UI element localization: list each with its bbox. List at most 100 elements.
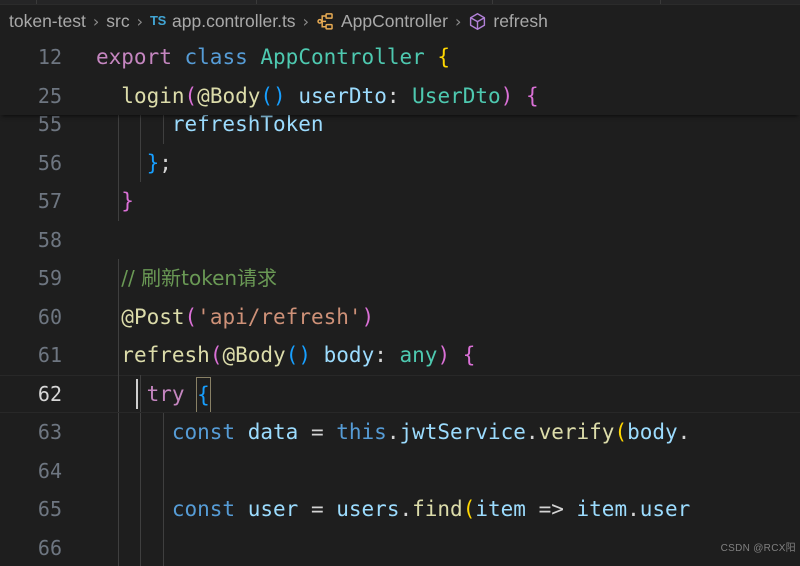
code-token: (	[462, 497, 476, 521]
breadcrumb-label: AppController	[340, 11, 448, 31]
line-content: const user = users.find(item => item.use…	[96, 490, 690, 529]
code-line[interactable]: 64	[0, 451, 800, 490]
code-token: @Post	[121, 304, 185, 329]
code-token: .	[677, 420, 691, 444]
line-content: login(@Body() userDto: UserDto) {	[96, 77, 538, 116]
tab-divider	[492, 0, 493, 4]
code-line-active[interactable]: 62 try {	[0, 374, 800, 413]
line-content: refresh(@Body() body: any) {	[96, 336, 475, 375]
code-token: user	[639, 497, 691, 521]
sticky-scroll-header[interactable]: 12 export class AppController {25 login(@…	[0, 38, 800, 115]
code-token: (	[614, 420, 628, 444]
code-line[interactable]: 57 }	[0, 182, 800, 221]
code-token: :	[386, 83, 413, 108]
line-number: 58	[37, 227, 62, 252]
code-token: ()	[285, 343, 311, 367]
indent-guide	[118, 451, 119, 490]
line-number: 66	[37, 535, 62, 560]
code-token: // 刷新token请求	[121, 266, 278, 290]
line-number: 65	[37, 497, 62, 521]
breadcrumb-separator: ›	[92, 12, 100, 31]
typescript-file-icon: TS	[150, 13, 167, 28]
code-line[interactable]: 60 @Post('api/refresh')	[0, 297, 800, 337]
breadcrumb-label: token-test	[9, 11, 86, 31]
code-editor[interactable]: 55 refreshToken 56 }; 57 } 58 59 // 刷新token请…	[0, 38, 800, 566]
breadcrumb-label: refresh	[493, 11, 548, 31]
breadcrumb-item-app-controller-ts[interactable]: TS app.controller.ts	[150, 11, 296, 32]
code-token: =>	[525, 497, 577, 521]
tab-divider	[256, 0, 257, 4]
code-token: ;	[159, 150, 172, 175]
code-line[interactable]: 59 // 刷新token请求	[0, 259, 800, 298]
line-content: @Post('api/refresh')	[96, 298, 374, 337]
line-number: 25	[37, 83, 62, 108]
indent-guide	[118, 528, 119, 566]
indent-guide	[163, 528, 164, 566]
line-content: const data = this.jwtService.verify(body…	[96, 413, 690, 452]
code-token: @Body	[222, 343, 286, 367]
code-token: const	[171, 497, 236, 521]
indent-guide	[163, 451, 164, 490]
code-token: data	[247, 420, 299, 444]
code-token: body	[627, 420, 678, 444]
code-line[interactable]: 58	[0, 221, 800, 260]
bracket-match-highlight: {	[196, 376, 211, 413]
code-token: }	[121, 189, 134, 213]
code-token: users	[336, 497, 400, 521]
code-token: UserDto	[412, 83, 501, 108]
line-number: 62	[37, 381, 62, 406]
code-token: {	[437, 45, 451, 69]
code-line[interactable]: 61 refresh(@Body() body: any) {	[0, 336, 800, 375]
code-token: item	[475, 497, 526, 521]
code-token: (	[184, 304, 198, 329]
code-token: .	[386, 420, 400, 444]
code-token: login	[121, 83, 185, 108]
code-token: class	[184, 45, 248, 69]
code-line[interactable]: 65 const user = users.find(item => item.…	[0, 490, 800, 529]
code-token: any	[399, 343, 438, 367]
code-token: )	[437, 343, 451, 367]
line-number: 59	[37, 266, 62, 290]
code-token: body	[323, 343, 375, 367]
code-token: )	[361, 304, 375, 329]
breadcrumb-separator: ›	[302, 12, 309, 31]
code-token: const	[171, 420, 236, 444]
breadcrumb-item-token-test[interactable]: token-test	[9, 11, 86, 32]
indent-guide	[140, 451, 141, 490]
breadcrumb-item-refresh[interactable]: refresh	[468, 11, 548, 32]
breadcrumb-item-appcontroller[interactable]: AppController	[316, 11, 448, 32]
line-content: export class AppController {	[96, 38, 450, 77]
breadcrumb-item-src[interactable]: src	[106, 11, 129, 32]
code-token: refresh	[121, 343, 210, 367]
breadcrumb-separator: ›	[136, 12, 143, 31]
code-line[interactable]: 12 export class AppController {	[0, 38, 800, 77]
code-line[interactable]: 63 const data = this.jwtService.verify(b…	[0, 413, 800, 452]
code-line[interactable]: 56 };	[0, 143, 800, 182]
editor-viewport[interactable]: 55 refreshToken 56 }; 57 } 58 59 // 刷新token请…	[0, 38, 800, 566]
line-number: 63	[37, 420, 62, 444]
line-number: 60	[37, 304, 62, 329]
line-number: 57	[37, 189, 62, 213]
code-token: }	[146, 150, 160, 175]
code-token: export	[96, 45, 172, 69]
code-token: (	[209, 343, 223, 367]
code-token: user	[247, 497, 299, 521]
code-line[interactable]: 25 login(@Body() userDto: UserDto) {	[0, 76, 800, 116]
watermark: CSDN @RCX阳	[720, 543, 796, 554]
code-line[interactable]: 66	[0, 528, 800, 566]
